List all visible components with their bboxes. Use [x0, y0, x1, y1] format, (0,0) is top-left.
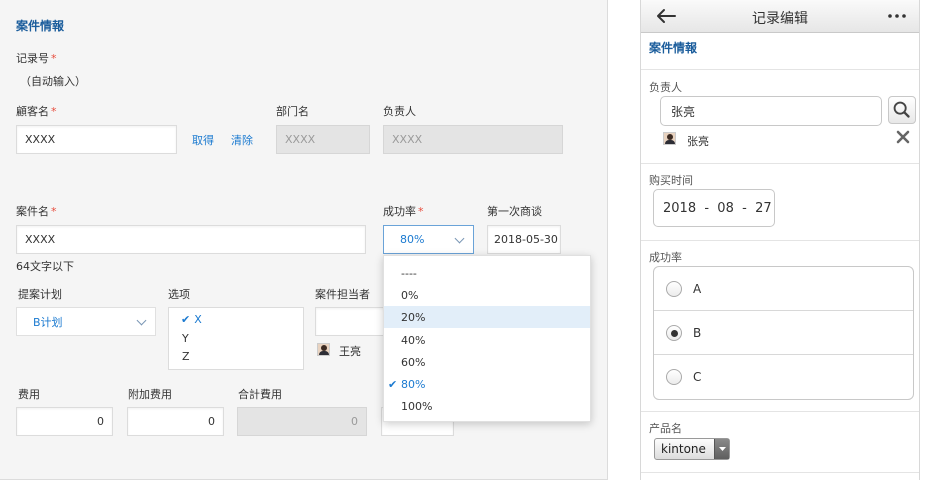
- total-cost-field: 0: [237, 407, 367, 436]
- radio-label: C: [693, 370, 702, 384]
- divider: [641, 69, 919, 70]
- radio-label: B: [693, 325, 702, 340]
- option-z[interactable]: Z: [182, 350, 190, 363]
- radio-option-b[interactable]: B: [654, 311, 913, 355]
- mobile-purchase-date-input[interactable]: 2018 - 08 - 27: [653, 189, 775, 227]
- close-icon[interactable]: [896, 130, 910, 144]
- proposal-plan-value: B计划: [33, 315, 63, 329]
- radio-button[interactable]: [666, 369, 682, 385]
- dropdown-option-empty[interactable]: ----: [384, 262, 590, 284]
- section-title: 案件情報: [16, 19, 65, 33]
- mobile-product-label: 产品名: [649, 422, 682, 435]
- person-field: XXXX: [383, 125, 563, 154]
- divider: [641, 472, 919, 473]
- radio-option-c[interactable]: C: [654, 355, 913, 399]
- record-number-value: （自动输入）: [20, 75, 86, 88]
- department-label: 部门名: [276, 105, 309, 118]
- search-button[interactable]: [888, 96, 916, 124]
- success-rate-dropdown[interactable]: ---- 0% 20% 40% 60% ✔ 80% 100%: [383, 255, 591, 422]
- radio-label: A: [693, 281, 702, 296]
- case-name-label: 案件名 *: [16, 205, 57, 218]
- case-name-input[interactable]: XXXX: [16, 225, 366, 254]
- mobile-person-label: 负责人: [649, 81, 682, 94]
- clear-customer-link[interactable]: 清除: [231, 132, 253, 148]
- avatar: [663, 132, 676, 145]
- radio-button[interactable]: [666, 280, 682, 297]
- customer-label: 顧客名 *: [16, 105, 57, 118]
- get-customer-link[interactable]: 取得: [192, 132, 214, 148]
- dropdown-option-80[interactable]: ✔ 80%: [384, 373, 590, 395]
- case-owner-user: 王亮: [339, 345, 361, 358]
- mobile-record-edit: 记录编辑 案件情報 负责人 张亮 张亮 购买时间 2018 - 08 - 27 …: [640, 0, 920, 480]
- case-owner-input[interactable]: [315, 307, 385, 336]
- proposal-plan-label: 提案计划: [18, 288, 62, 301]
- divider: [641, 240, 919, 241]
- success-rate-label: 成功率 *: [383, 205, 424, 218]
- dropdown-option-60[interactable]: 60%: [384, 351, 590, 373]
- case-name-hint: 64文字以下: [16, 260, 74, 273]
- mobile-section-title: 案件情報: [649, 41, 698, 55]
- dropdown-option-20[interactable]: 20%: [384, 306, 590, 328]
- radio-option-a[interactable]: A: [654, 267, 913, 311]
- cost-label: 费用: [18, 388, 40, 401]
- department-field: XXXX: [276, 125, 370, 154]
- extra-cost-input[interactable]: 0: [127, 407, 224, 436]
- options-multiselect[interactable]: ✔ X Y Z: [168, 307, 304, 370]
- record-number-label: 记录号 *: [16, 52, 57, 65]
- mobile-header: 记录编辑: [641, 0, 919, 33]
- mobile-purchase-time-label: 购买时间: [649, 174, 693, 187]
- desktop-record-form: 案件情報 记录号 * （自动输入） 顧客名 * XXXX 取得 清除 部门名 XXX…: [0, 0, 608, 480]
- success-rate-value: 80%: [400, 233, 425, 246]
- checkmark-icon: ✔: [388, 377, 398, 391]
- extra-cost-label: 附加费用: [128, 388, 172, 401]
- chevron-down-icon: [714, 439, 729, 459]
- first-meeting-date-input[interactable]: 2018-05-30: [487, 225, 561, 254]
- mobile-product-value: kintone: [661, 442, 706, 456]
- search-icon: [893, 101, 910, 118]
- dropdown-option-100[interactable]: 100%: [384, 395, 590, 417]
- divider: [641, 411, 919, 412]
- mobile-success-rate-label: 成功率: [649, 251, 682, 264]
- dropdown-option-40[interactable]: 40%: [384, 329, 590, 351]
- person-label: 负责人: [383, 105, 416, 118]
- customer-input[interactable]: XXXX: [16, 125, 177, 154]
- chevron-down-icon: [454, 233, 465, 243]
- checkmark-icon: ✔: [181, 313, 191, 326]
- case-owner-label: 案件担当者: [315, 288, 370, 301]
- dropdown-option-0[interactable]: 0%: [384, 284, 590, 306]
- total-cost-label: 合計費用: [238, 388, 282, 401]
- cost-input[interactable]: 0: [16, 407, 113, 436]
- avatar: [317, 343, 330, 356]
- proposal-plan-select[interactable]: B计划: [16, 307, 156, 336]
- more-icon[interactable]: [887, 10, 907, 22]
- mobile-person-search-input[interactable]: 张亮: [660, 96, 882, 126]
- mobile-success-rate-radio-group: A B C: [653, 266, 914, 400]
- mobile-person-user: 张亮: [687, 135, 709, 148]
- mobile-header-title: 记录编辑: [752, 11, 808, 27]
- radio-button[interactable]: [666, 324, 682, 341]
- success-rate-select[interactable]: 80%: [383, 225, 474, 254]
- mobile-product-select[interactable]: kintone: [654, 438, 730, 460]
- first-meeting-label: 第一次商谈: [487, 205, 542, 218]
- option-x[interactable]: ✔ X: [181, 313, 202, 326]
- option-y[interactable]: Y: [182, 332, 189, 345]
- divider: [641, 163, 919, 164]
- options-label: 选项: [168, 288, 190, 301]
- chevron-down-icon: [136, 315, 147, 325]
